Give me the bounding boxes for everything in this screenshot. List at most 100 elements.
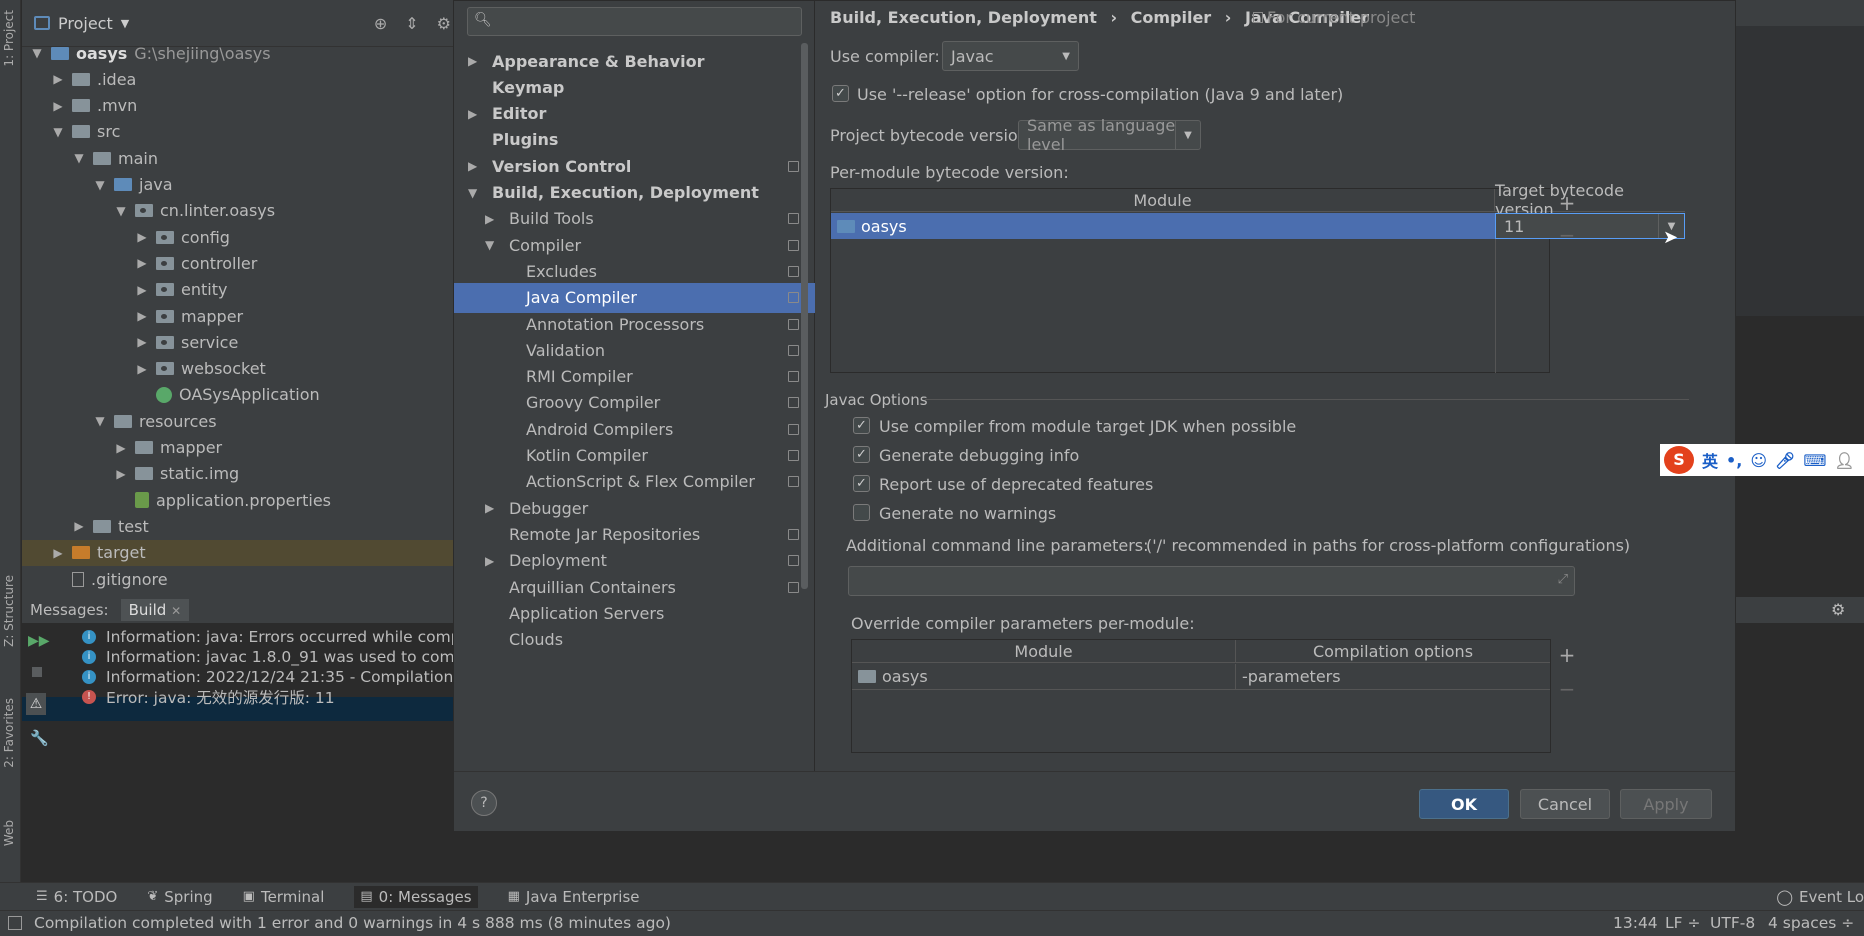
gear-icon[interactable]: ⚙ xyxy=(437,14,451,33)
nav-item[interactable]: Clouds xyxy=(454,625,815,655)
collapse-arrow-icon[interactable]: ▶ xyxy=(468,159,484,173)
wrench-icon[interactable]: 🔧 xyxy=(30,729,49,747)
collapse-arrow-icon[interactable]: ▶ xyxy=(51,72,65,86)
option-checkbox[interactable]: ✓ xyxy=(853,417,870,434)
status-icon[interactable] xyxy=(8,916,22,930)
tree-node[interactable]: .gitignore xyxy=(51,566,168,592)
punctuation-icon[interactable]: •, xyxy=(1726,451,1742,470)
tree-node[interactable]: ▼ src xyxy=(51,119,120,145)
project-panel-title[interactable]: Project xyxy=(58,14,113,33)
favorites-tool-tab[interactable]: 2: Favorites xyxy=(2,698,16,768)
expand-icon[interactable]: ⤢ xyxy=(1558,572,1568,587)
tree-node[interactable]: ▼ java xyxy=(93,172,172,198)
collapse-arrow-icon[interactable]: ▶ xyxy=(114,467,128,481)
collapse-arrow-icon[interactable]: ▶ xyxy=(51,546,65,560)
tree-node[interactable]: ▼ resources xyxy=(93,408,216,434)
add-module-button[interactable]: + xyxy=(1555,191,1579,215)
collapse-arrow-icon[interactable]: ▶ xyxy=(135,335,149,349)
tree-node[interactable]: ▼ main xyxy=(72,145,158,171)
web-tool-tab[interactable]: Web xyxy=(2,820,16,846)
tool-window-tab[interactable]: ❦ Spring xyxy=(147,886,212,908)
collapse-arrow-icon[interactable]: ▶ xyxy=(485,554,501,568)
tree-node[interactable]: ▶ static.img xyxy=(114,461,239,487)
emoji-icon[interactable]: ☺ xyxy=(1750,451,1767,470)
apply-button[interactable]: Apply xyxy=(1620,789,1712,819)
file-encoding[interactable]: UTF-8 xyxy=(1710,914,1755,932)
expand-arrow-icon[interactable]: ▼ xyxy=(114,204,128,218)
override-module-column-header[interactable]: Module xyxy=(852,640,1236,663)
collapse-arrow-icon[interactable]: ▶ xyxy=(114,441,128,455)
help-button[interactable]: ? xyxy=(471,790,497,816)
compilation-options-column-header[interactable]: Compilation options xyxy=(1236,640,1550,663)
target-column-header[interactable]: Target bytecode version xyxy=(1495,181,1685,219)
tool-window-tab[interactable]: ▤ 0: Messages xyxy=(354,885,478,908)
caret-position[interactable]: 13:44 xyxy=(1613,914,1658,932)
tree-node[interactable]: ▶ mapper xyxy=(135,303,243,329)
module-column-header[interactable]: Module xyxy=(831,189,1495,212)
option-checkbox[interactable]: ✓ xyxy=(853,475,870,492)
collapse-arrow-icon[interactable]: ▶ xyxy=(135,362,149,376)
collapse-arrow-icon[interactable]: ▶ xyxy=(135,309,149,323)
chevron-down-icon[interactable]: ▼ xyxy=(121,17,129,30)
microphone-icon[interactable]: 🎤︎ xyxy=(1775,451,1795,470)
tool-window-tab[interactable]: ☰ 6: TODO xyxy=(36,886,117,908)
stop-icon[interactable] xyxy=(32,667,42,677)
collapse-arrow-icon[interactable]: ▶ xyxy=(72,519,86,533)
error-message[interactable]: ! Error: java: 无效的源发行版: 11 xyxy=(82,685,459,709)
add-override-button[interactable]: + xyxy=(1555,643,1579,667)
collapse-arrow-icon[interactable]: ▶ xyxy=(485,501,501,515)
search-input[interactable]: 🔍︎ xyxy=(467,7,802,36)
target-version-editor[interactable]: 11 ▼ xyxy=(1495,213,1685,239)
nav-scrollbar[interactable] xyxy=(801,43,808,589)
table-cell[interactable]: -parameters xyxy=(1236,664,1550,690)
tree-node[interactable]: ▶ .mvn xyxy=(51,93,137,119)
expand-arrow-icon[interactable]: ▼ xyxy=(93,178,107,192)
tree-node[interactable]: ▶ config xyxy=(135,224,230,250)
tree-node[interactable]: ▶ mapper xyxy=(114,435,222,461)
table-row[interactable]: oasys xyxy=(831,213,1495,239)
tree-node[interactable]: ▶ controller xyxy=(135,250,257,276)
collapse-arrow-icon[interactable]: ▶ xyxy=(135,283,149,297)
status-message[interactable]: Compilation completed with 1 error and 0… xyxy=(34,914,671,932)
collapse-all-icon[interactable]: ⇕ xyxy=(405,14,418,33)
project-tool-tab[interactable]: 1: Project xyxy=(2,10,16,67)
collapse-arrow-icon[interactable]: ▶ xyxy=(135,230,149,244)
collapse-arrow-icon[interactable]: ▶ xyxy=(468,107,484,121)
expand-arrow-icon[interactable]: ▼ xyxy=(93,414,107,428)
tree-node[interactable]: ▶ target xyxy=(22,539,459,566)
collapse-arrow-icon[interactable]: ▶ xyxy=(135,256,149,270)
locate-icon[interactable]: ⊕ xyxy=(374,14,387,33)
expand-arrow-icon[interactable]: ▼ xyxy=(485,238,501,252)
indent-setting[interactable]: 4 spaces ÷ xyxy=(1768,914,1854,932)
tree-node[interactable]: application.properties xyxy=(114,487,331,513)
table-row[interactable]: oasys xyxy=(852,664,1236,690)
event-log-tab[interactable]: ◯ Event Lo xyxy=(1776,888,1864,906)
tree-node[interactable]: ▶ test xyxy=(72,513,148,539)
project-bytecode-select[interactable]: Same as language level ▼ xyxy=(1018,116,1201,154)
expand-arrow-icon[interactable]: ▼ xyxy=(30,46,44,60)
collapse-arrow-icon[interactable]: ▶ xyxy=(485,212,501,226)
tree-node[interactable]: ▶ websocket xyxy=(135,356,265,382)
tool-window-tab[interactable]: ▦ Java Enterprise xyxy=(508,886,640,908)
use-compiler-select[interactable]: Javac ▼ xyxy=(942,41,1079,71)
collapse-arrow-icon[interactable]: ▶ xyxy=(468,54,484,68)
expand-arrow-icon[interactable]: ▼ xyxy=(468,186,484,200)
gear-icon[interactable]: ⚙ xyxy=(1831,600,1845,619)
cancel-button[interactable]: Cancel xyxy=(1520,789,1610,819)
ime-language-toggle[interactable]: 英 xyxy=(1702,448,1718,472)
structure-tool-tab[interactable]: Z: Structure xyxy=(2,575,16,647)
tree-node[interactable]: OASysApplication xyxy=(135,382,320,408)
build-tab[interactable]: Build ✕ xyxy=(120,599,190,621)
option-checkbox[interactable] xyxy=(853,504,870,521)
keyboard-icon[interactable]: ⌨ xyxy=(1803,451,1826,470)
collapse-arrow-icon[interactable]: ▶ xyxy=(51,99,65,113)
close-icon[interactable]: ✕ xyxy=(171,604,181,618)
user-icon[interactable]: 👤︎ xyxy=(1834,451,1854,470)
expand-arrow-icon[interactable]: ▼ xyxy=(51,125,65,139)
tree-node[interactable]: ▶ service xyxy=(135,329,238,355)
remove-module-button[interactable]: − xyxy=(1555,223,1579,247)
tree-node[interactable]: ▼ oasys G:\shejiing\oasys xyxy=(30,40,270,66)
remove-override-button[interactable]: − xyxy=(1555,677,1579,701)
ok-button[interactable]: OK xyxy=(1419,789,1509,819)
tree-node[interactable]: ▶ entity xyxy=(135,277,227,303)
